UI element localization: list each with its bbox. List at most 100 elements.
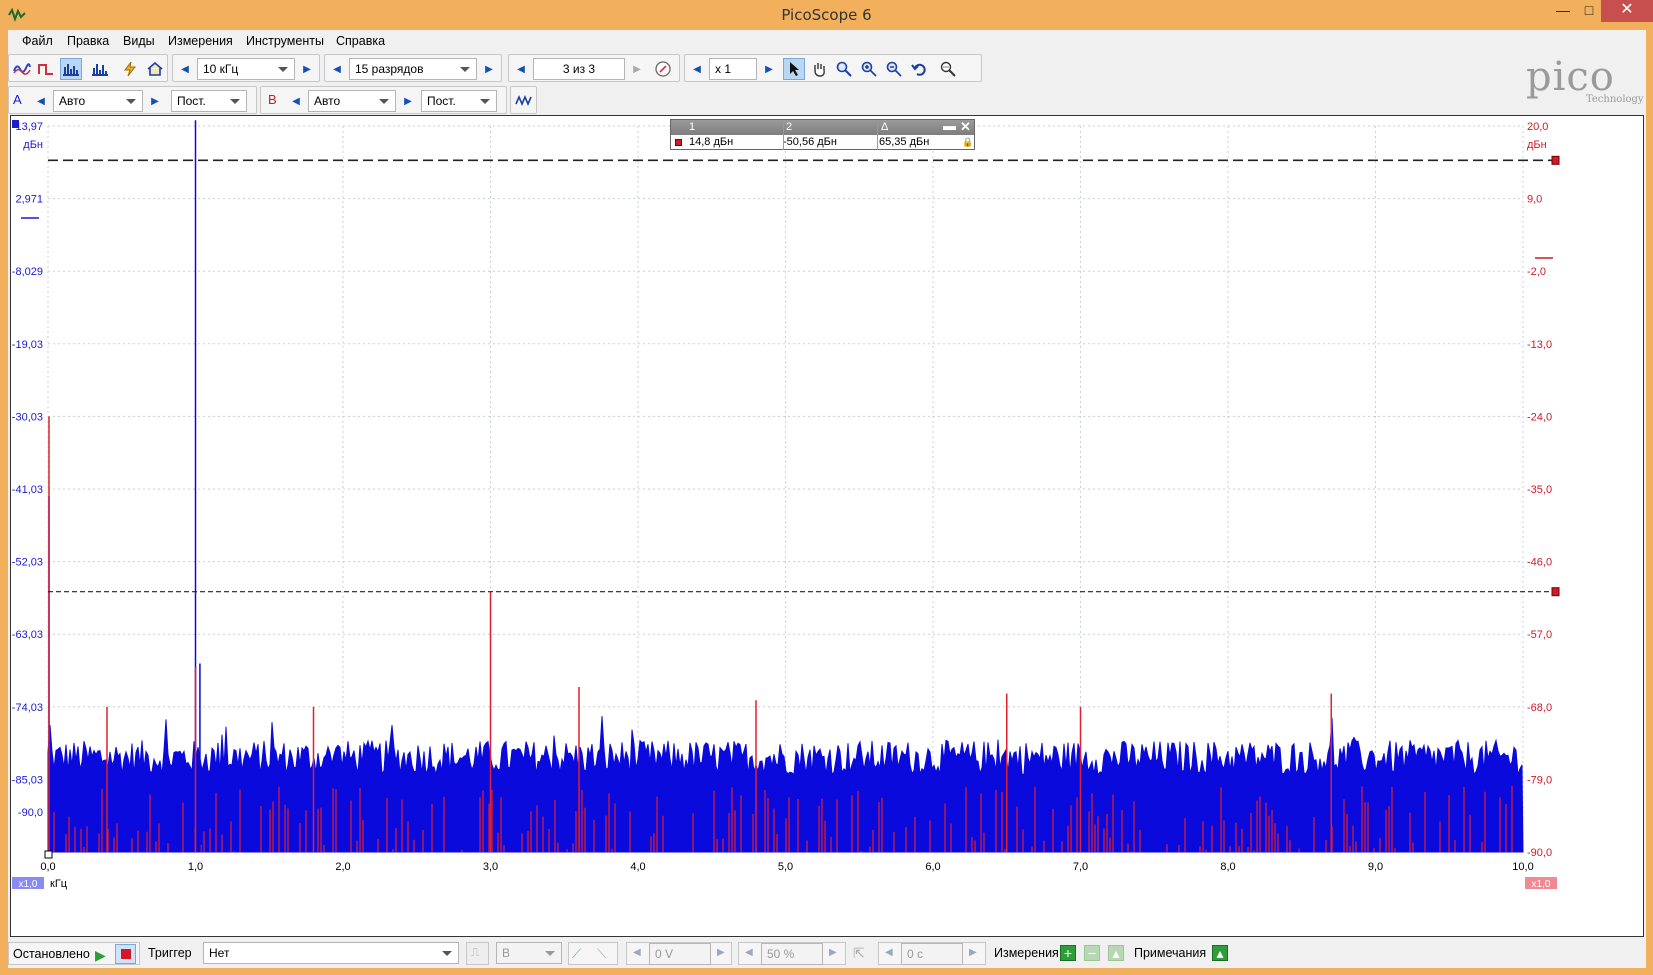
buffer-prev-icon[interactable]: ◀ <box>511 58 531 80</box>
close-button[interactable]: ✕ <box>1601 0 1653 22</box>
zoom-field[interactable]: x 1 <box>709 58 757 80</box>
remove-measurement-icon[interactable]: − <box>1084 945 1100 961</box>
post-trigger-icon[interactable]: ⇱ <box>853 945 865 962</box>
delay-prev-icon[interactable]: ◀ <box>885 947 893 958</box>
left-axis-tick-label: -74,03 <box>12 702 43 714</box>
home-icon[interactable] <box>144 58 166 80</box>
channel-b-range-next-icon[interactable]: ▶ <box>398 90 418 112</box>
persistence-mode-icon[interactable] <box>35 58 57 80</box>
left-axis-unit: дБн <box>23 139 43 151</box>
buffer-navigator-icon[interactable] <box>652 58 674 80</box>
channel-b-label[interactable]: B <box>268 92 277 107</box>
pretrigger-next-icon[interactable]: ▶ <box>829 947 837 958</box>
channel-a-coupling-dropdown[interactable]: Пост. <box>171 90 247 112</box>
menu-edit[interactable]: Правка <box>67 34 109 48</box>
zoom-next-icon[interactable]: ▶ <box>759 58 779 80</box>
channel-b-range-prev-icon[interactable]: ◀ <box>286 90 306 112</box>
spectrum-view[interactable]: 13,97 2,971 -8,029 -19,03 -30,03 -41,03 -52,03… <box>10 115 1644 937</box>
notes-toggle-icon[interactable]: ▴ <box>1212 945 1228 961</box>
spectrum-persistence-icon[interactable] <box>89 58 111 80</box>
frequency-prev-icon[interactable]: ◀ <box>175 58 195 80</box>
menu-measurements[interactable]: Измерения <box>168 34 233 48</box>
signal-generator-icon[interactable] <box>513 90 535 112</box>
falling-edge-icon[interactable]: ⟍ <box>597 946 606 962</box>
lock-icon[interactable]: 🔒 <box>962 137 973 148</box>
delay-group: ◀ 0 с ▶ <box>878 942 986 965</box>
edit-measurement-icon[interactable]: ▴ <box>1108 945 1124 961</box>
level-next-icon[interactable]: ▶ <box>717 947 725 958</box>
pretrigger-field[interactable]: 50 % <box>761 943 823 965</box>
channel-a-group: A ◀ Авто ▶ Пост. <box>8 86 257 114</box>
run-icon[interactable]: ▶ <box>95 947 106 964</box>
trigger-mode-dropdown[interactable]: Нет <box>203 942 459 964</box>
x-axis-tick-label: 5,0 <box>778 861 793 873</box>
delay-field[interactable]: 0 с <box>901 943 963 965</box>
frequency-dropdown[interactable]: 10 кГц <box>197 58 295 80</box>
channel-b-coupling-dropdown[interactable]: Пост. <box>421 90 497 112</box>
right-axis-tick-label: -2,0 <box>1527 266 1546 278</box>
buffer-field[interactable]: 3 из 3 <box>533 58 625 80</box>
x-axis-unit: кГц <box>50 878 68 890</box>
level-prev-icon[interactable]: ◀ <box>633 947 641 958</box>
pointer-tool-icon[interactable] <box>783 58 805 80</box>
hand-tool-icon[interactable] <box>808 58 830 80</box>
right-axis-tick-label: -46,0 <box>1527 557 1552 569</box>
trigger-level-field[interactable]: 0 V <box>649 943 711 965</box>
chevron-down-icon <box>480 99 490 104</box>
zoom-in-icon[interactable] <box>858 58 880 80</box>
trigger-channel-dropdown[interactable]: B <box>496 942 562 964</box>
x-axis-tick-label: 8,0 <box>1220 861 1235 873</box>
spectrum-chart[interactable]: 13,97 2,971 -8,029 -19,03 -30,03 -41,03 -52,03… <box>11 116 1645 938</box>
channel-a-range-next-icon[interactable]: ▶ <box>145 90 165 112</box>
channel-a-range-prev-icon[interactable]: ◀ <box>31 90 51 112</box>
channel-a-range-dropdown[interactable]: Авто <box>53 90 143 112</box>
menu-file[interactable]: Файл <box>22 34 53 48</box>
trigger-level-group: ◀ 0 V ▶ <box>626 942 732 965</box>
spectrum-mode-icon[interactable] <box>60 58 82 80</box>
logo-subtitle: Technology <box>1586 94 1644 105</box>
chevron-down-icon <box>278 67 288 72</box>
notes-label: Примечания <box>1134 946 1207 960</box>
stop-button[interactable] <box>115 944 136 964</box>
left-axis-tick-label: 2,971 <box>15 194 43 206</box>
scope-mode-icon[interactable] <box>11 58 33 80</box>
zoom-prev-icon[interactable]: ◀ <box>687 58 707 80</box>
zoom-overview-icon[interactable] <box>937 58 959 80</box>
zoom-region-icon[interactable] <box>833 58 855 80</box>
zoom-out-icon[interactable] <box>883 58 905 80</box>
add-measurement-icon[interactable]: + <box>1060 945 1076 961</box>
buffer-next-icon[interactable]: ▶ <box>627 58 647 80</box>
undo-zoom-icon[interactable] <box>908 58 930 80</box>
minimize-table-icon[interactable]: ▬ <box>943 118 956 133</box>
channel-b-swatch-icon <box>675 139 682 146</box>
menu-views[interactable]: Виды <box>123 34 155 48</box>
auto-setup-icon[interactable] <box>119 58 141 80</box>
ruler-table-divider <box>877 120 878 150</box>
trigger-advanced-button[interactable]: ⎍ <box>466 942 489 965</box>
channel-a-label[interactable]: A <box>13 92 22 107</box>
rising-edge-icon[interactable]: ⟋ <box>572 946 581 962</box>
resolution-next-icon[interactable]: ▶ <box>479 58 499 80</box>
delay-next-icon[interactable]: ▶ <box>969 947 977 958</box>
menu-tools[interactable]: Инструменты <box>246 34 324 48</box>
ruler-value-2: -50,56 дБн <box>783 136 837 148</box>
ruler-table[interactable]: 1 2 Δ ▬ ✕ 14,8 дБн -50,56 дБн 65,35 дБн … <box>670 118 975 150</box>
frequency-next-icon[interactable]: ▶ <box>297 58 317 80</box>
resolution-prev-icon[interactable]: ◀ <box>327 58 347 80</box>
pretrigger-value: 50 % <box>767 947 795 961</box>
channel-b-range-dropdown[interactable]: Авто <box>308 90 396 112</box>
ruler-header-2: 2 <box>786 121 793 133</box>
channel-a-coupling-value: Пост. <box>177 94 206 108</box>
maximize-button[interactable]: □ <box>1574 0 1604 22</box>
run-stop-group: Остановлено ▶ <box>8 942 140 965</box>
zoom-value: x 1 <box>715 62 732 76</box>
pretrigger-prev-icon[interactable]: ◀ <box>745 947 753 958</box>
advanced-trigger-icon: ⎍ <box>471 945 480 959</box>
buffer-group: ◀ 3 из 3 ▶ <box>508 54 680 82</box>
right-axis-tick-label: -24,0 <box>1527 411 1552 423</box>
resolution-dropdown[interactable]: 15 разрядов <box>349 58 477 80</box>
menu-help[interactable]: Справка <box>336 34 385 48</box>
menu-bar: Файл Правка Виды Измерения Инструменты С… <box>8 30 1646 52</box>
zoom-group: ◀ x 1 ▶ <box>684 54 982 82</box>
close-table-icon[interactable]: ✕ <box>960 119 971 135</box>
